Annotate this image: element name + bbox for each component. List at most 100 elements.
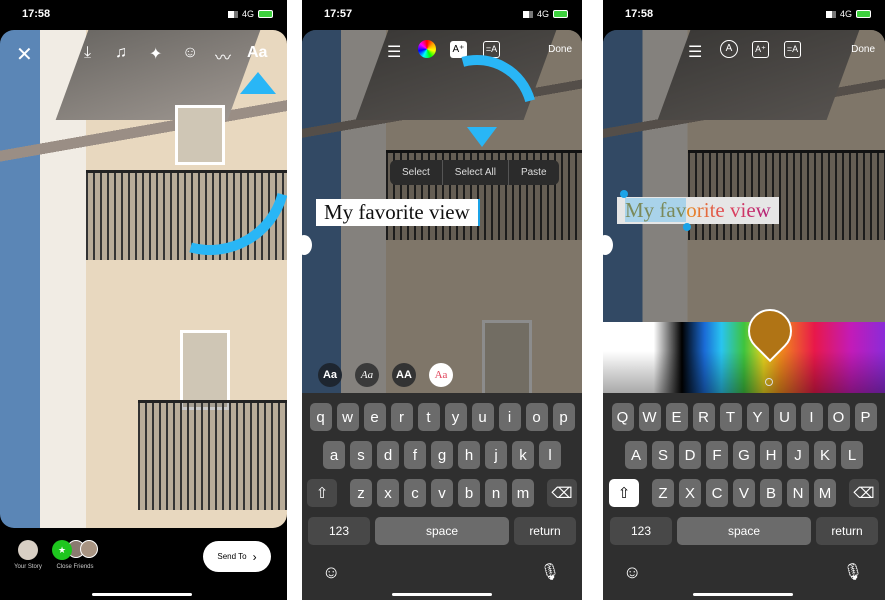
color-picker-cursor[interactable] <box>765 378 773 386</box>
delete-key[interactable]: ⌫ <box>547 479 577 507</box>
key-m[interactable]: M <box>814 479 836 507</box>
key-n[interactable]: N <box>787 479 809 507</box>
key-z[interactable]: Z <box>652 479 674 507</box>
key-p[interactable]: p <box>552 403 575 431</box>
key-h[interactable]: h <box>458 441 480 469</box>
key-x[interactable]: x <box>377 479 399 507</box>
color-wheel-button[interactable] <box>418 40 436 58</box>
key-f[interactable]: F <box>706 441 728 469</box>
close-icon[interactable]: ✕ <box>16 42 33 67</box>
key-c[interactable]: c <box>404 479 426 507</box>
key-x[interactable]: X <box>679 479 701 507</box>
story-text-input[interactable]: My favorite view <box>316 199 480 226</box>
select-all-menu-item[interactable]: Select All <box>443 160 509 185</box>
align-icon[interactable]: ☰ <box>688 42 702 62</box>
key-q[interactable]: Q <box>611 403 634 431</box>
key-q[interactable]: q <box>309 403 332 431</box>
key-k[interactable]: K <box>814 441 836 469</box>
key-r[interactable]: R <box>692 403 715 431</box>
key-u[interactable]: u <box>471 403 494 431</box>
done-button[interactable]: Done <box>548 44 572 55</box>
key-e[interactable]: E <box>665 403 688 431</box>
microphone-icon[interactable]: 🎙 <box>540 562 560 582</box>
shift-key[interactable]: ⇧ <box>307 479 337 507</box>
key-t[interactable]: T <box>719 403 742 431</box>
key-s[interactable]: S <box>652 441 674 469</box>
download-icon[interactable]: ⤓ <box>84 44 91 62</box>
key-d[interactable]: d <box>377 441 399 469</box>
font-serif[interactable]: Aa <box>429 363 453 387</box>
emoji-icon[interactable]: ☺ <box>623 562 641 583</box>
paste-menu-item[interactable]: Paste <box>509 160 559 185</box>
draw-icon[interactable]: 〰 <box>215 44 231 68</box>
your-story-button[interactable]: Your Story <box>10 540 46 570</box>
key-f[interactable]: f <box>404 441 426 469</box>
key-a[interactable]: A <box>625 441 647 469</box>
key-g[interactable]: g <box>431 441 453 469</box>
key-d[interactable]: D <box>679 441 701 469</box>
signal-icon <box>522 10 533 18</box>
key-w[interactable]: W <box>638 403 661 431</box>
key-c[interactable]: C <box>706 479 728 507</box>
text-effect-icon[interactable]: A⁺ <box>752 41 769 58</box>
delete-key[interactable]: ⌫ <box>849 479 879 507</box>
selection-handle-end[interactable] <box>683 223 691 231</box>
key-g[interactable]: G <box>733 441 755 469</box>
font-italic[interactable]: Aa <box>355 363 379 387</box>
key-k[interactable]: k <box>512 441 534 469</box>
key-m[interactable]: m <box>512 479 534 507</box>
text-tool-button[interactable]: Aa <box>247 44 267 62</box>
key-o[interactable]: o <box>525 403 548 431</box>
return-key[interactable]: return <box>514 517 576 545</box>
send-to-button[interactable]: Send To › <box>203 541 271 572</box>
key-j[interactable]: J <box>787 441 809 469</box>
microphone-icon[interactable]: 🎙 <box>843 562 863 582</box>
key-n[interactable]: n <box>485 479 507 507</box>
key-s[interactable]: s <box>350 441 372 469</box>
keyboard-bottom-bar: ☺ 🎙 <box>302 560 582 596</box>
key-i[interactable]: i <box>498 403 521 431</box>
key-i[interactable]: I <box>800 403 823 431</box>
done-button[interactable]: Done <box>851 44 875 55</box>
space-key[interactable]: space <box>677 517 811 545</box>
key-y[interactable]: y <box>444 403 467 431</box>
sparkles-icon[interactable]: ✦ <box>149 44 162 64</box>
key-h[interactable]: H <box>760 441 782 469</box>
key-e[interactable]: e <box>363 403 386 431</box>
animate-text-icon[interactable]: =A <box>784 41 801 58</box>
key-z[interactable]: z <box>350 479 372 507</box>
shift-key[interactable]: ⇧ <box>609 479 639 507</box>
key-b[interactable]: b <box>458 479 480 507</box>
numbers-key[interactable]: 123 <box>610 517 672 545</box>
story-text-input[interactable]: My favorite view <box>617 197 779 224</box>
close-friends-button[interactable]: ★ Close Friends <box>52 540 98 570</box>
space-key[interactable]: space <box>375 517 509 545</box>
select-menu-item[interactable]: Select <box>390 160 443 185</box>
emoji-icon[interactable]: ☺ <box>322 562 340 583</box>
numbers-key[interactable]: 123 <box>308 517 370 545</box>
key-u[interactable]: U <box>773 403 796 431</box>
music-icon[interactable]: ♫ <box>115 44 127 62</box>
key-y[interactable]: Y <box>746 403 769 431</box>
key-r[interactable]: r <box>390 403 413 431</box>
return-key[interactable]: return <box>816 517 878 545</box>
sticker-icon[interactable]: ☺ <box>182 44 198 62</box>
color-gradient-picker[interactable] <box>603 322 885 394</box>
key-v[interactable]: v <box>431 479 453 507</box>
key-p[interactable]: P <box>854 403 877 431</box>
selection-handle-start[interactable] <box>620 190 628 198</box>
key-v[interactable]: V <box>733 479 755 507</box>
key-l[interactable]: l <box>539 441 561 469</box>
key-w[interactable]: w <box>336 403 359 431</box>
font-caps[interactable]: AA <box>392 363 416 387</box>
align-icon[interactable]: ☰ <box>387 42 401 62</box>
key-a[interactable]: a <box>323 441 345 469</box>
key-t[interactable]: t <box>417 403 440 431</box>
key-j[interactable]: j <box>485 441 507 469</box>
key-o[interactable]: O <box>827 403 850 431</box>
font-classic[interactable]: Aa <box>318 363 342 387</box>
text-style-icon[interactable]: A <box>720 40 738 58</box>
key-l[interactable]: L <box>841 441 863 469</box>
key-b[interactable]: B <box>760 479 782 507</box>
balcony <box>137 400 287 510</box>
